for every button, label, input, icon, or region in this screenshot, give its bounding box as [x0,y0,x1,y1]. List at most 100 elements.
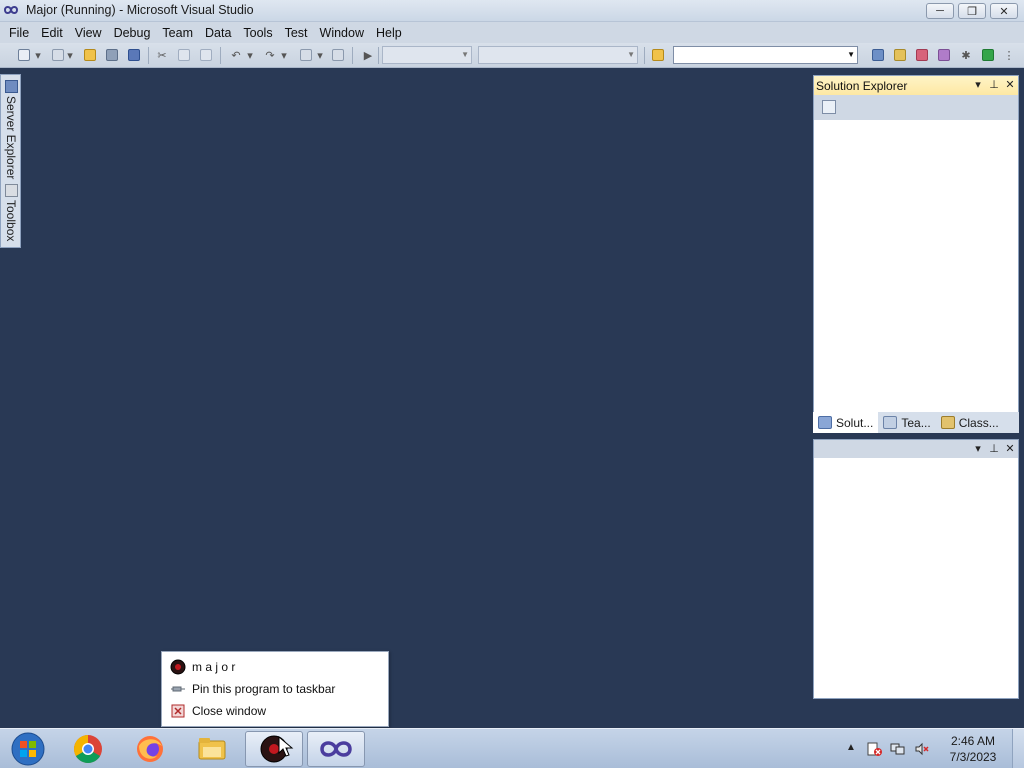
menu-debug[interactable]: Debug [108,26,157,40]
redo-icon[interactable]: ↷ [262,47,278,63]
object-browser-icon[interactable] [914,47,930,63]
server-explorer-icon [4,80,18,93]
solution-platform-combo[interactable]: ▼ [478,46,638,64]
show-desktop-button[interactable] [1012,729,1024,768]
toolbox-tab[interactable]: Toolbox [2,181,20,241]
auto-hide-pin-icon[interactable]: ⊥ [988,442,1000,455]
solution-explorer-toolbar [814,95,1018,120]
menu-tools[interactable]: Tools [237,26,278,40]
cut-icon[interactable]: ✂ [154,47,170,63]
file-explorer-icon [198,738,226,760]
toolbar-separator [378,47,379,64]
navigate-backward-icon[interactable] [298,47,314,63]
solution-explorer-icon[interactable] [870,47,886,63]
save-all-icon[interactable] [126,47,142,63]
add-item-icon[interactable] [50,47,66,63]
jump-list-item-close[interactable]: Close window [170,701,266,721]
chevron-down-icon[interactable]: ▾ [66,47,74,63]
clock-time: 2:46 AM [950,734,996,748]
tab-solution-explorer[interactable]: Solut... [813,412,879,433]
close-icon[interactable]: ✕ [1004,442,1016,455]
navigate-forward-icon[interactable] [330,47,346,63]
chevron-down-icon[interactable]: ▾ [316,47,324,63]
volume-muted-icon[interactable] [914,741,930,757]
class-view-icon [940,416,955,429]
solution-configuration-combo[interactable]: ▼ [382,46,472,64]
chevron-down-icon: ▼ [461,50,469,59]
start-debugging-icon[interactable]: ▶ [360,47,376,63]
menu-data[interactable]: Data [199,26,237,40]
menu-test[interactable]: Test [279,26,314,40]
toolbox-icon [4,184,18,197]
close-button[interactable]: ✕ [990,3,1018,19]
taskbar-firefox-button[interactable] [121,731,179,767]
taskbar-major-button[interactable] [245,731,303,767]
find-combo[interactable]: ▼ [673,46,858,64]
find-in-files-icon[interactable] [650,47,666,63]
taskbar: ▲ 2:46 AM 7/3/2023 [0,728,1024,768]
menu-window[interactable]: Window [314,26,370,40]
menu-edit[interactable]: Edit [35,26,69,40]
chevron-down-icon[interactable]: ▾ [246,47,254,63]
restore-button[interactable]: ❐ [958,3,986,19]
solution-explorer-panel: Solution Explorer ▾ ⊥ ✕ [813,75,1019,433]
show-hidden-icons-icon[interactable]: ▲ [846,742,862,758]
paste-icon[interactable] [198,47,214,63]
server-explorer-label: Server Explorer [4,96,18,180]
toolbox-icon[interactable] [936,47,952,63]
auto-hide-tab-strip: Server Explorer Toolbox [0,74,21,248]
menu-file[interactable]: File [3,26,35,40]
taskbar-chrome-button[interactable] [59,731,117,767]
window-title: Major (Running) - Microsoft Visual Studi… [26,3,254,17]
toolbar-separator [148,47,149,64]
menu-view[interactable]: View [69,26,108,40]
toolbar-separator [220,47,221,64]
tab-label: Class... [958,415,999,430]
jump-list-item-major[interactable]: m a j o r [170,657,235,677]
save-icon[interactable] [104,47,120,63]
taskbar-jump-list: m a j o r Pin this program to taskbar Cl… [161,651,389,727]
open-folder-icon[interactable] [82,47,98,63]
standard-toolbar: ▾ ▾ ✂ ↶ ▾ ↷ ▾ ▾ ▶ ▼ ▼ ▼ ✱ ⋮ [0,43,1024,68]
chevron-down-icon[interactable]: ▾ [34,47,42,63]
tab-team-explorer[interactable]: Tea... [878,412,935,433]
window-position-dropdown-icon[interactable]: ▾ [972,442,984,455]
copy-icon[interactable] [176,47,192,63]
tab-class-view[interactable]: Class... [936,412,1004,433]
new-project-icon[interactable] [16,47,32,63]
minimize-button[interactable]: ─ [926,3,954,19]
major-app-icon [170,659,186,675]
chrome-icon [74,735,102,763]
tab-label: Tea... [901,415,931,430]
solution-explorer-tab-strip: Solut... Tea... Class... [813,412,1019,433]
close-icon[interactable]: ✕ [1004,78,1016,91]
chevron-down-icon[interactable]: ▾ [280,47,288,63]
window-position-dropdown-icon[interactable]: ▾ [972,78,984,91]
properties-icon[interactable] [822,100,836,114]
start-page-icon[interactable] [980,47,996,63]
extension-manager-icon[interactable]: ✱ [958,47,974,63]
auto-hide-pin-icon[interactable]: ⊥ [988,78,1000,91]
mouse-cursor-icon [278,736,294,757]
toolbar-separator [352,47,353,64]
undo-icon[interactable]: ↶ [228,47,244,63]
taskbar-visual-studio-button[interactable] [307,731,365,767]
menu-help[interactable]: Help [370,26,408,40]
action-center-icon[interactable] [866,741,882,757]
team-explorer-icon [883,416,898,429]
menu-team[interactable]: Team [156,26,199,40]
properties-window-icon[interactable] [892,47,908,63]
jump-list-item-pin[interactable]: Pin this program to taskbar [170,679,335,699]
network-icon[interactable] [890,741,906,757]
firefox-icon [137,736,163,762]
menu-bar: File Edit View Debug Team Data Tools Tes… [0,22,1024,43]
chevron-down-icon: ▼ [627,50,635,59]
title-bar: Major (Running) - Microsoft Visual Studi… [0,0,1024,22]
taskbar-clock[interactable]: 2:46 AM 7/3/2023 [944,733,1002,765]
server-explorer-tab[interactable]: Server Explorer [2,77,20,179]
taskbar-explorer-button[interactable] [183,731,241,767]
toolbar-options-icon[interactable]: ⋮ [1002,47,1016,63]
jump-list-label: m a j o r [192,660,236,674]
solution-explorer-icon [818,416,832,429]
start-button[interactable] [4,730,52,768]
